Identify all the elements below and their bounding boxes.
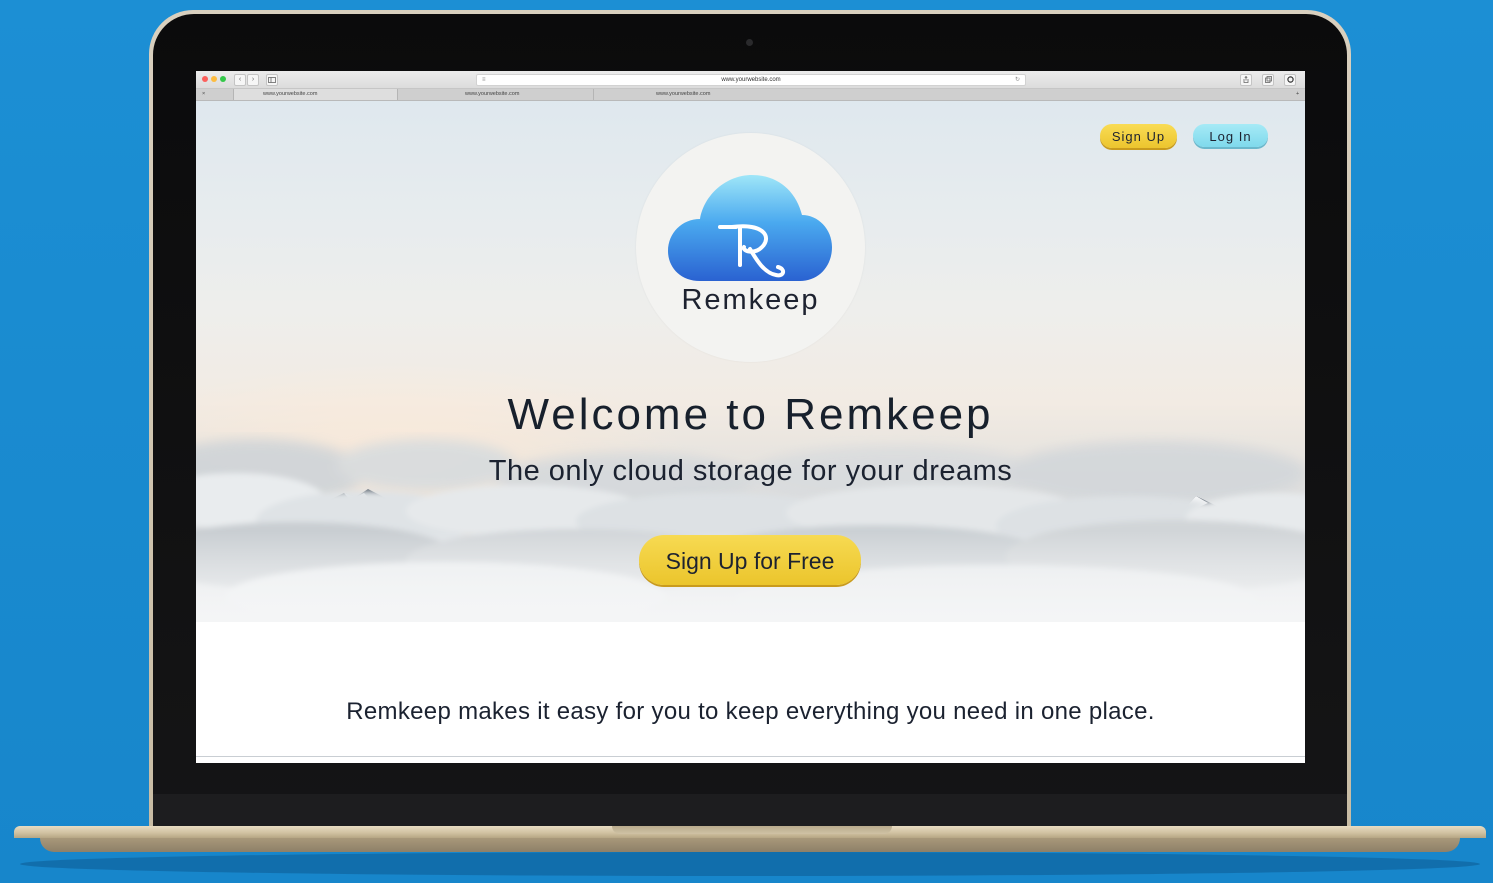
header-signup-button[interactable]: Sign Up xyxy=(1100,124,1177,148)
address-bar[interactable]: ≡ www.yourwebsite.com ↻ xyxy=(476,74,1026,86)
back-button[interactable]: ‹ xyxy=(234,74,246,86)
logo-wordmark: Remkeep xyxy=(681,284,820,316)
sidebar-toggle-icon[interactable] xyxy=(266,74,278,86)
cloud-r-icon xyxy=(668,175,832,281)
hero-section: Sign Up Log In Remkeep Welcome to Remkee… xyxy=(196,101,1305,622)
tab-close-icon[interactable]: × xyxy=(196,89,234,100)
share-glyph-icon xyxy=(1243,75,1249,83)
close-window-icon[interactable] xyxy=(202,76,208,82)
tabs-glyph-icon xyxy=(1264,76,1272,83)
minimize-window-icon[interactable] xyxy=(211,76,217,82)
tab-bar: × www.yourwebsite.com www.yourwebsite.co… xyxy=(196,89,1305,101)
laptop-hinge-notch xyxy=(612,826,892,834)
header-login-button[interactable]: Log In xyxy=(1193,124,1268,147)
tab-2[interactable]: www.yourwebsite.com xyxy=(398,89,594,100)
laptop-chin xyxy=(153,794,1347,830)
reload-icon[interactable]: ↻ xyxy=(1015,75,1020,85)
desktop-background: ‹ › ≡ www.yourwebsite.com ↻ × www.yourwe… xyxy=(0,0,1493,883)
tagline-text: Remkeep makes it easy for you to keep ev… xyxy=(346,698,1155,725)
browser-toolbar: ‹ › ≡ www.yourwebsite.com ↻ xyxy=(196,71,1305,89)
signup-free-button[interactable]: Sign Up for Free xyxy=(639,535,861,585)
tab-1[interactable]: www.yourwebsite.com xyxy=(234,89,398,100)
forward-button[interactable]: › xyxy=(247,74,259,86)
sidebar-glyph-icon xyxy=(268,77,276,83)
new-tab-button[interactable]: + xyxy=(1294,89,1305,100)
address-text: www.yourwebsite.com xyxy=(721,77,781,83)
zoom-window-icon[interactable] xyxy=(220,76,226,82)
downloads-icon[interactable] xyxy=(1284,74,1296,86)
camera-icon xyxy=(746,39,753,46)
logo: Remkeep xyxy=(636,133,865,362)
laptop-shadow xyxy=(20,852,1480,876)
tabs-overview-icon[interactable] xyxy=(1262,74,1274,86)
section-divider xyxy=(196,756,1305,757)
hero-subtitle: The only cloud storage for your dreams xyxy=(488,455,1013,487)
downloads-glyph-icon xyxy=(1286,76,1294,83)
laptop-screen: ‹ › ≡ www.yourwebsite.com ↻ × www.yourwe… xyxy=(196,71,1305,763)
tab-3[interactable]: www.yourwebsite.com xyxy=(594,89,1294,100)
laptop-base-bottom xyxy=(40,838,1460,852)
hero-title: Welcome to Remkeep xyxy=(507,390,994,439)
share-icon[interactable] xyxy=(1240,74,1252,86)
